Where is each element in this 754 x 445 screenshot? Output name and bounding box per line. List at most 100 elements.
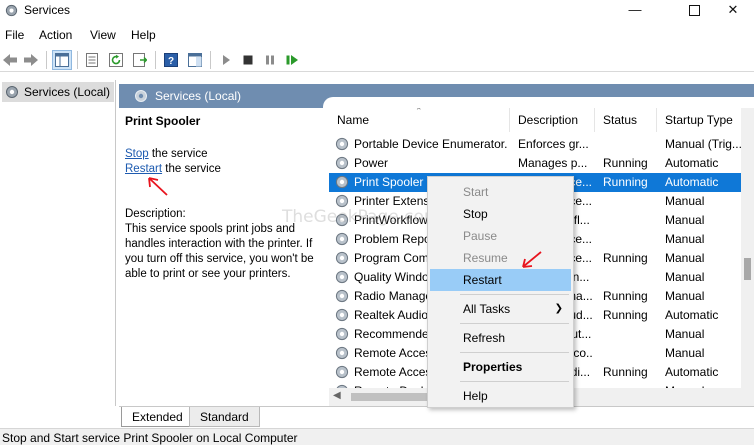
close-button[interactable]: ✕ bbox=[710, 0, 754, 22]
tree-node-services-local[interactable]: Services (Local) bbox=[2, 82, 114, 102]
toolbar-separator bbox=[210, 51, 211, 69]
svg-text:?: ? bbox=[168, 56, 174, 67]
gear-icon bbox=[6, 86, 18, 98]
toolbar-separator bbox=[155, 51, 156, 69]
menu-action[interactable]: Action bbox=[39, 28, 72, 42]
gear-icon bbox=[135, 90, 147, 102]
cell-status: Running bbox=[603, 365, 648, 379]
restart-suffix: the service bbox=[162, 163, 221, 175]
table-row[interactable]: Portable Device Enumerator... Enforces gr… bbox=[329, 135, 743, 154]
context-menu-label: Start bbox=[463, 185, 489, 199]
context-menu-label: Resume bbox=[463, 251, 508, 265]
cell-status: Running bbox=[603, 175, 648, 189]
context-menu-item-stop[interactable]: Stop bbox=[430, 203, 571, 225]
column-header-status[interactable]: Status bbox=[595, 108, 657, 132]
start-service-button[interactable] bbox=[216, 50, 236, 70]
column-header-name[interactable]: Name ⌃ bbox=[329, 108, 510, 132]
context-menu-item-restart[interactable]: Restart bbox=[430, 269, 571, 291]
service-gear-icon bbox=[334, 231, 350, 250]
refresh-button[interactable] bbox=[106, 50, 126, 70]
export-list-button[interactable] bbox=[130, 50, 150, 70]
context-menu-item-pause[interactable]: Pause bbox=[430, 225, 571, 247]
column-startup-label: Startup Type bbox=[665, 113, 733, 127]
status-bar: Stop and Start service Print Spooler on … bbox=[0, 428, 754, 445]
minimize-button[interactable]: — bbox=[612, 0, 658, 22]
menu-view[interactable]: View bbox=[90, 28, 116, 42]
cell-startup-type: Manual bbox=[665, 346, 705, 360]
forward-icon bbox=[24, 54, 38, 66]
pane-header: Services (Local) bbox=[119, 84, 754, 109]
context-menu-label: Properties bbox=[463, 360, 523, 374]
properties-button[interactable] bbox=[82, 50, 102, 70]
pane-title: Services (Local) bbox=[155, 89, 242, 103]
column-status-label: Status bbox=[603, 113, 638, 127]
cell-description: Manages p... bbox=[518, 156, 588, 170]
context-menu-item-resume[interactable]: Resume bbox=[430, 247, 571, 269]
restart-link[interactable]: Restart bbox=[125, 163, 162, 175]
table-row[interactable]: Power Manages p... Running Automatic bbox=[329, 154, 743, 173]
cell-startup-type: Manual bbox=[665, 327, 705, 341]
help-icon: ? bbox=[164, 53, 178, 67]
export-list-icon bbox=[133, 53, 147, 67]
console-tree-button[interactable] bbox=[52, 50, 72, 70]
context-menu-label: All Tasks bbox=[463, 302, 511, 316]
cell-description: Enforces gr... bbox=[518, 137, 589, 151]
stop-service-icon bbox=[243, 55, 253, 65]
pause-service-button[interactable] bbox=[260, 50, 280, 70]
back-button[interactable] bbox=[0, 50, 20, 70]
cell-name: Portable Device Enumerator... bbox=[354, 137, 508, 151]
tree-node-label: Services (Local) bbox=[24, 85, 111, 99]
cell-startup-type: Manual bbox=[665, 213, 705, 227]
help-button[interactable]: ? bbox=[161, 50, 181, 70]
context-menu-item-refresh[interactable]: Refresh bbox=[430, 327, 571, 349]
column-description-label: Description bbox=[518, 113, 579, 127]
sort-ascending-icon: ⌃ bbox=[415, 108, 423, 116]
service-title: Print Spooler bbox=[125, 114, 201, 128]
vertical-scrollbar[interactable] bbox=[741, 108, 754, 406]
chevron-right-icon: ❯ bbox=[554, 303, 563, 314]
status-text: Stop and Start service Print Spooler on … bbox=[2, 431, 298, 445]
context-menu-label: Help bbox=[463, 389, 488, 403]
column-header-description[interactable]: Description bbox=[510, 108, 595, 132]
context-menu-item-help[interactable]: Help bbox=[430, 385, 571, 407]
vertical-scroll-thumb[interactable] bbox=[744, 258, 751, 280]
context-menu: Start Stop Pause Resume Restart All Tasks ❯ Ref… bbox=[427, 176, 574, 408]
watermark: TheGeekPage.com bbox=[282, 207, 441, 227]
extended-panel: Print Spooler Stop the service Restart t… bbox=[125, 114, 325, 282]
stop-line: Stop the service bbox=[125, 147, 325, 162]
context-menu-item-all-tasks[interactable]: All Tasks ❯ bbox=[430, 298, 571, 320]
minimize-icon: — bbox=[628, 2, 642, 17]
context-menu-separator bbox=[460, 381, 569, 382]
scroll-left-icon[interactable]: ◀ bbox=[333, 390, 341, 401]
column-header-startup-type[interactable]: Startup Type bbox=[657, 108, 751, 132]
service-gear-icon bbox=[334, 174, 350, 193]
context-menu-label: Stop bbox=[463, 207, 488, 221]
context-menu-separator bbox=[460, 294, 569, 295]
cell-startup-type: Manual bbox=[665, 289, 705, 303]
console-tree-icon bbox=[55, 53, 69, 67]
show-hide-button[interactable] bbox=[185, 50, 205, 70]
resume-service-button[interactable] bbox=[282, 50, 302, 70]
tab-standard[interactable]: Standard bbox=[189, 407, 260, 427]
cell-startup-type: Automatic bbox=[665, 156, 719, 170]
cell-status: Running bbox=[603, 156, 648, 170]
cell-status: Running bbox=[603, 289, 648, 303]
stop-link[interactable]: Stop bbox=[125, 148, 149, 160]
cell-startup-type: Manual bbox=[665, 251, 705, 265]
service-gear-icon bbox=[334, 307, 350, 326]
service-gear-icon bbox=[334, 345, 350, 364]
service-gear-icon bbox=[334, 155, 350, 174]
context-menu-separator bbox=[460, 323, 569, 324]
forward-button[interactable] bbox=[21, 50, 41, 70]
menu-file[interactable]: File bbox=[5, 28, 24, 42]
context-menu-item-properties[interactable]: Properties bbox=[430, 356, 571, 378]
context-menu-item-start[interactable]: Start bbox=[430, 181, 571, 203]
menu-help[interactable]: Help bbox=[131, 28, 156, 42]
context-menu-label: Refresh bbox=[463, 331, 506, 345]
back-icon bbox=[3, 54, 17, 66]
tab-extended[interactable]: Extended bbox=[121, 407, 194, 427]
pause-service-icon bbox=[266, 55, 274, 65]
stop-service-button[interactable] bbox=[238, 50, 258, 70]
cell-startup-type: Automatic bbox=[665, 175, 719, 189]
context-menu-separator bbox=[460, 352, 569, 353]
